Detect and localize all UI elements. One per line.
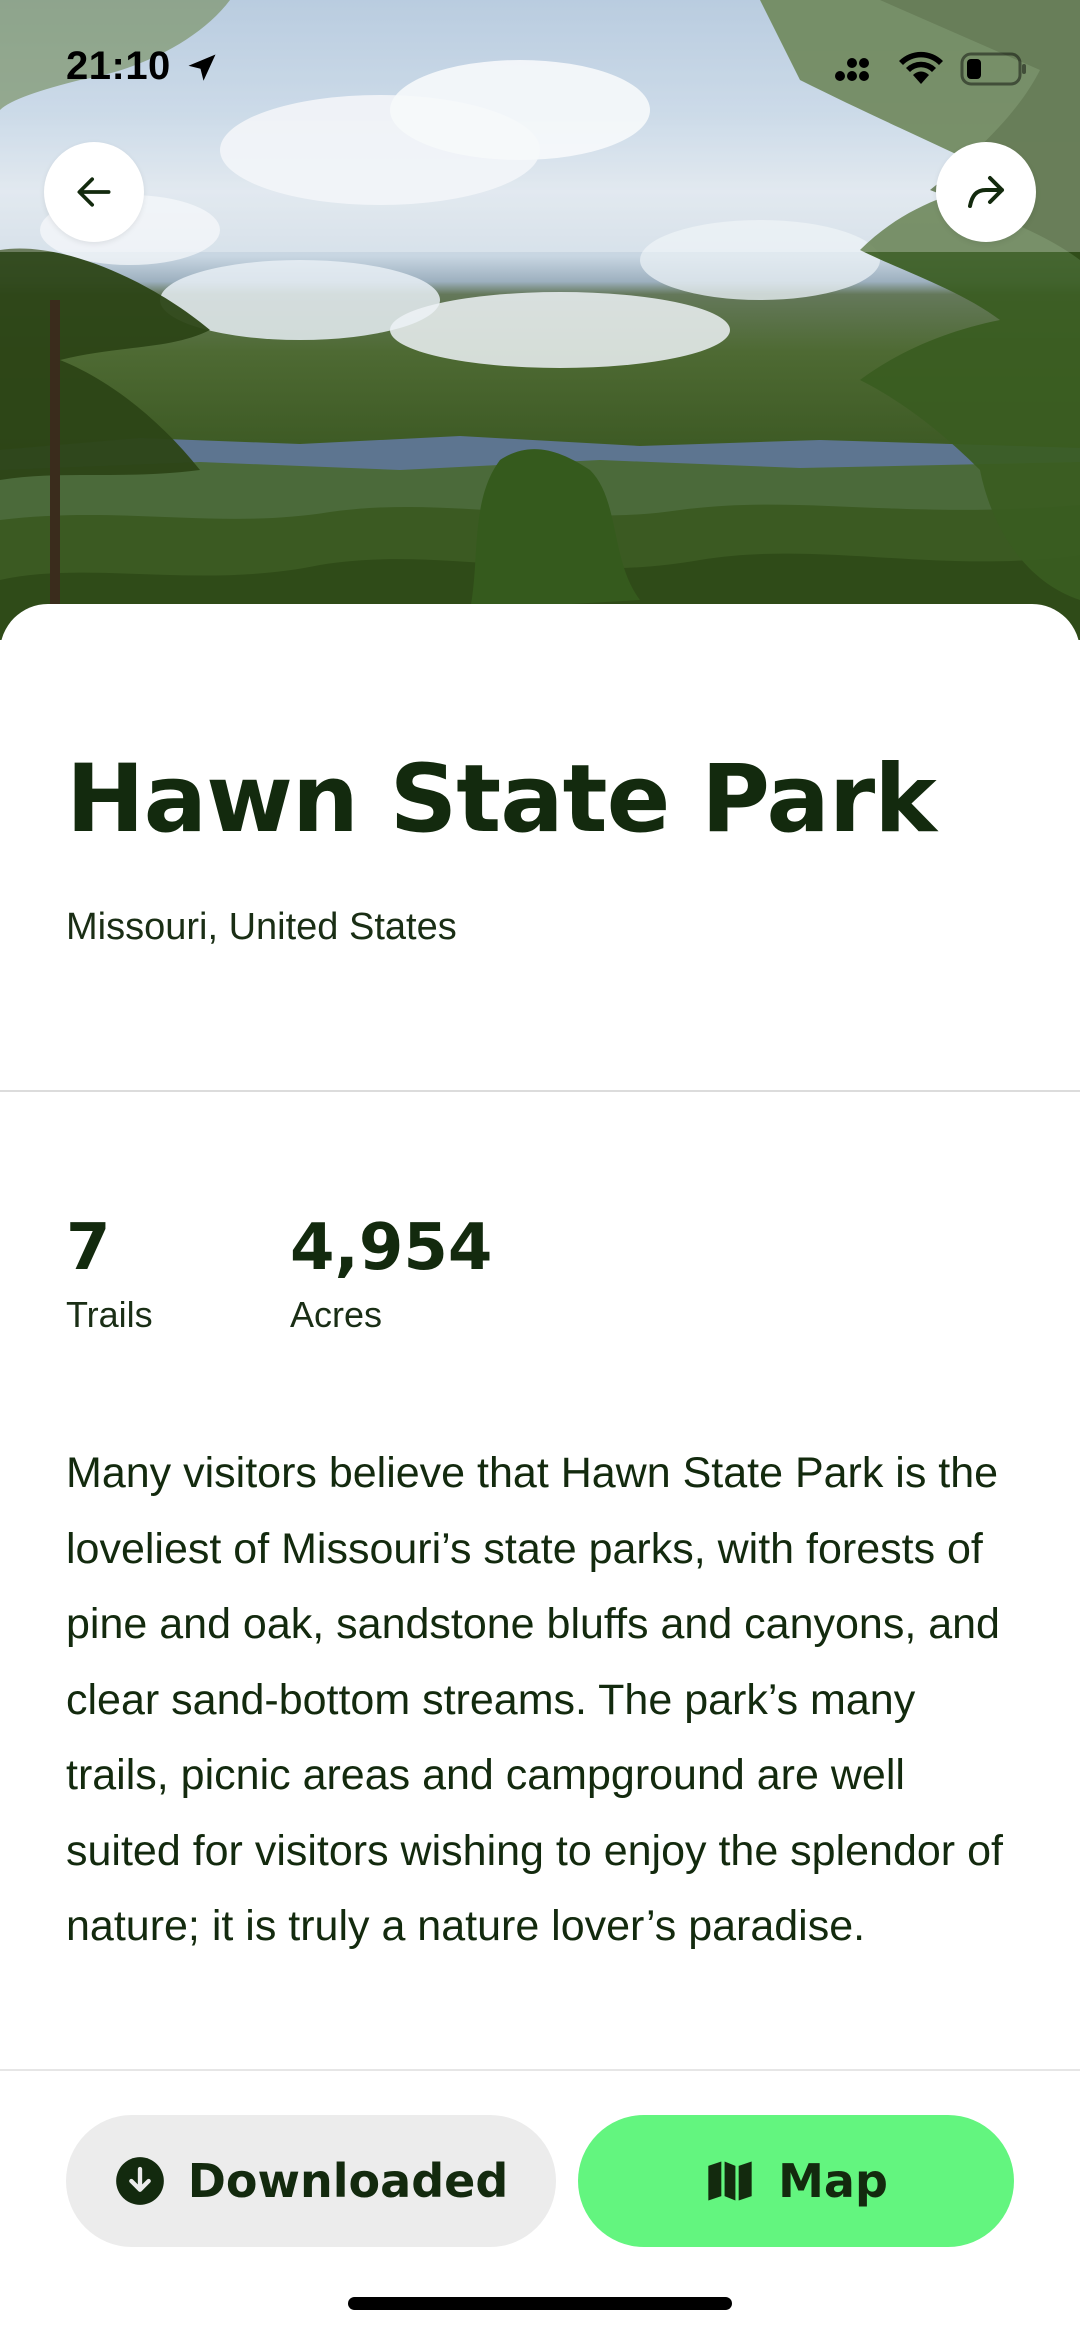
trails-count: 7 [66,1211,111,1285]
section-divider [0,1090,1080,1092]
folded-map-icon [708,2161,752,2201]
status-bar-overlay [0,0,1080,252]
map-button[interactable]: Map [578,2115,1014,2247]
status-time: 21:10 [66,44,171,88]
home-indicator[interactable] [348,2297,732,2310]
battery-icon [960,52,1026,86]
park-description: Many visitors believe that Hawn State Pa… [66,1449,1003,1950]
location-arrow-icon [188,54,216,81]
park-location: Missouri, United States [66,906,457,948]
arrow-left-icon [77,177,111,207]
acres-stat: 4,954 Acres [290,1208,492,1336]
share-button[interactable] [936,142,1036,242]
back-button[interactable] [44,142,144,242]
downloaded-button[interactable]: Downloaded [66,2115,556,2247]
trails-stat: 7 Trails [66,1208,153,1336]
download-circle-icon [115,2157,164,2205]
wifi-icon [899,51,943,84]
acres-label: Acres [290,1294,383,1335]
park-title: Hawn State Park [66,745,937,854]
acres-count: 4,954 [290,1211,493,1285]
trails-label: Trails [66,1294,153,1335]
park-hero-photo [0,0,1080,640]
map-label: Map [778,2154,888,2208]
cellular-signal-icon [835,58,869,81]
share-arrow-icon [968,176,1004,208]
downloaded-label: Downloaded [187,2154,509,2208]
